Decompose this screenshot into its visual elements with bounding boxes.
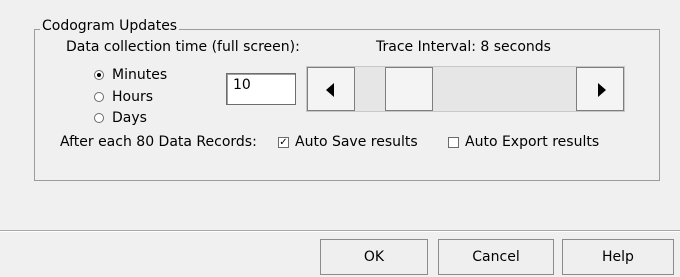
ok-button[interactable]: OK: [320, 239, 428, 275]
auto-export-checkbox[interactable]: [448, 136, 459, 148]
footer-separator: [0, 230, 680, 232]
scroll-left-button[interactable]: [307, 67, 355, 111]
trace-interval-scrollbar[interactable]: [306, 66, 625, 112]
radio-days-label: Days: [112, 110, 147, 126]
data-collection-label: Data collection time (full screen):: [66, 39, 300, 55]
scroll-thumb[interactable]: [385, 67, 433, 111]
arrow-left-icon: [326, 83, 334, 97]
cancel-button[interactable]: Cancel: [438, 239, 554, 275]
scroll-right-button[interactable]: [576, 67, 624, 111]
records-label: After each 80 Data Records:: [60, 134, 257, 150]
auto-save-checkbox-row[interactable]: ✓ Auto Save results: [278, 133, 418, 151]
radio-minutes-indicator[interactable]: [94, 70, 104, 80]
radio-hours[interactable]: Hours: [94, 88, 153, 106]
group-title: Codogram Updates: [40, 17, 180, 35]
radio-hours-label: Hours: [112, 89, 154, 105]
auto-export-checkbox-row[interactable]: Auto Export results: [448, 133, 599, 151]
check-mark-icon: ✓: [279, 136, 288, 148]
auto-export-label: Auto Export results: [465, 134, 600, 150]
auto-save-checkbox[interactable]: ✓: [278, 136, 289, 148]
help-button[interactable]: Help: [562, 239, 674, 275]
radio-minutes-label: Minutes: [112, 67, 168, 83]
collection-time-input[interactable]: 10: [226, 73, 296, 105]
radio-days-indicator[interactable]: [94, 113, 104, 123]
radio-minutes[interactable]: Minutes: [94, 66, 167, 84]
trace-interval-label: Trace Interval: 8 seconds: [376, 39, 551, 55]
arrow-right-icon: [598, 83, 606, 97]
radio-days[interactable]: Days: [94, 109, 147, 127]
radio-hours-indicator[interactable]: [94, 92, 104, 102]
auto-save-label: Auto Save results: [295, 134, 418, 150]
